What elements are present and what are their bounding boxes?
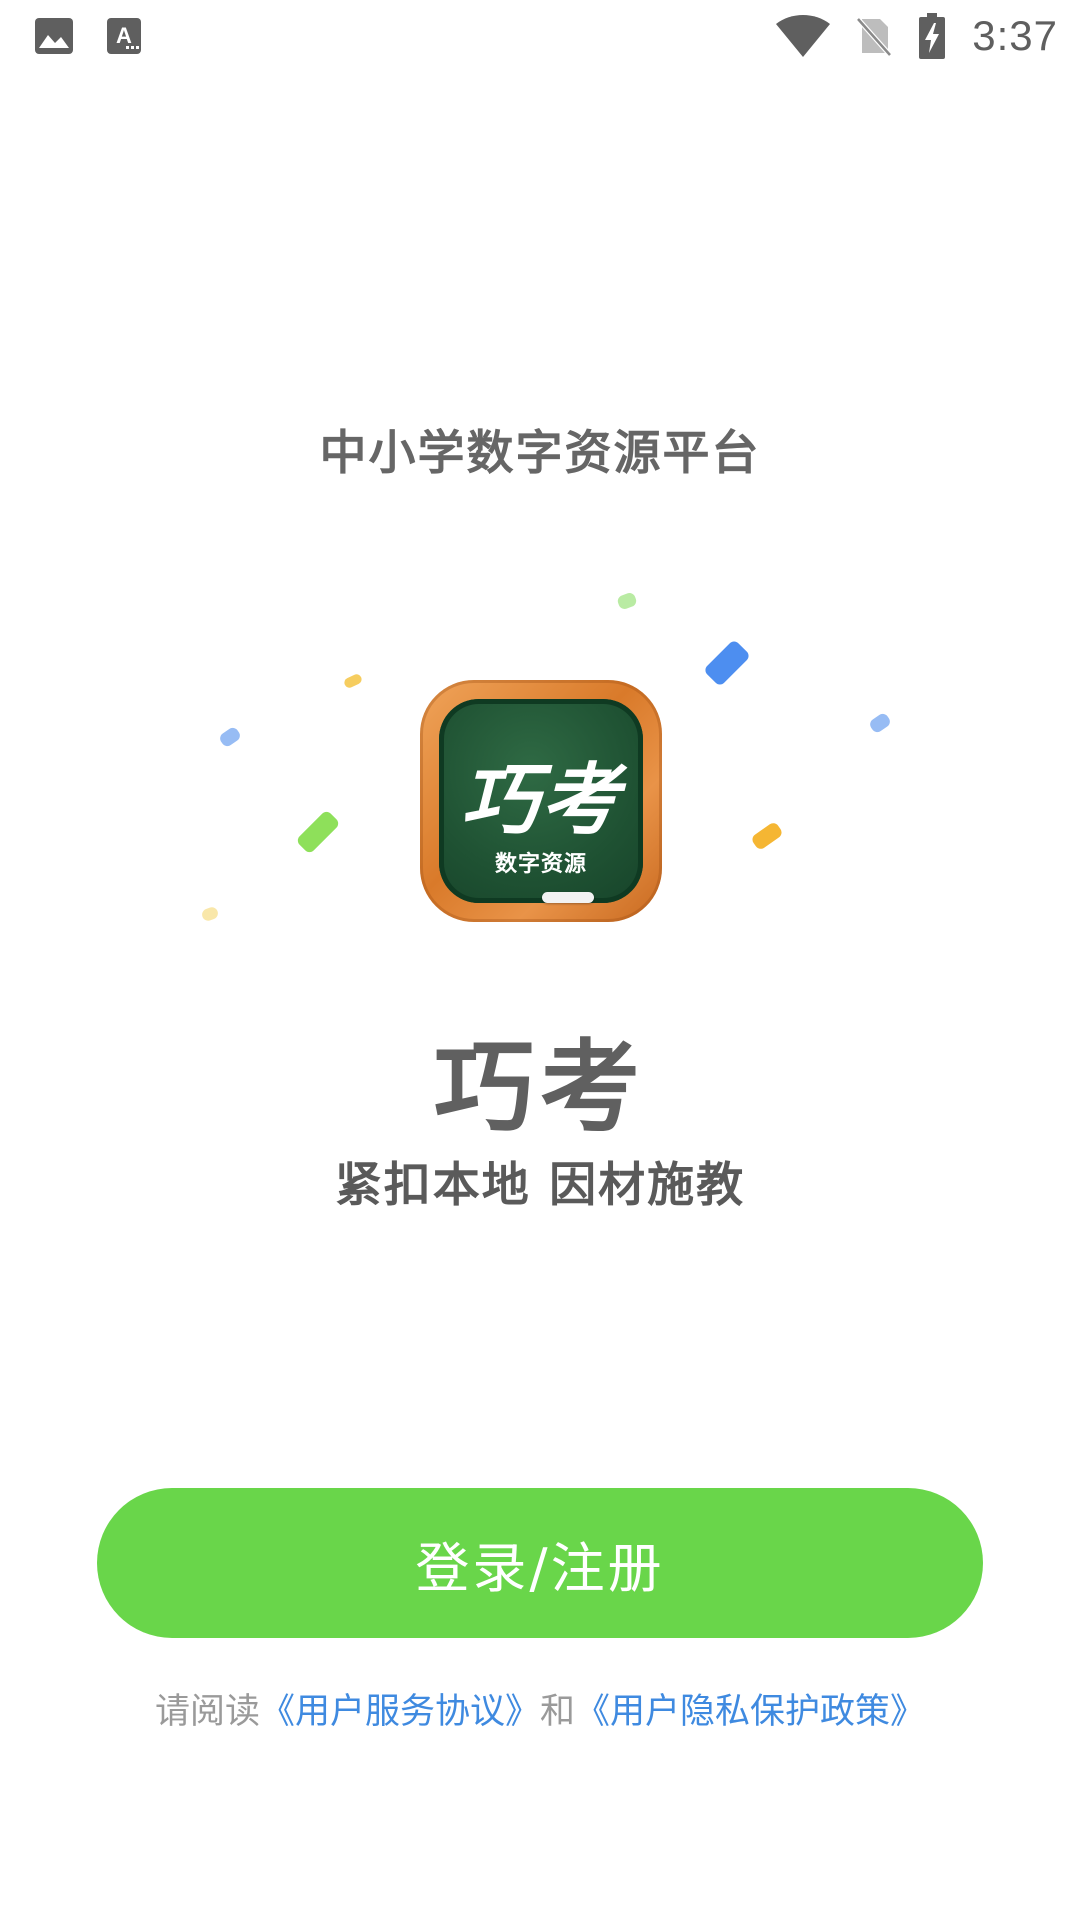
agreement-prefix: 请阅读 <box>154 1692 260 1732</box>
text-a-icon: A <box>106 17 146 55</box>
logo-subtitle: 数字资源 <box>494 852 587 877</box>
logo-title: 巧考 <box>460 756 621 846</box>
agreement-text: 请阅读《用户服务协议》和《用户隐私保护政策》 <box>0 1683 1080 1734</box>
confetti-decoration <box>867 711 893 735</box>
confetti-decoration <box>616 591 638 611</box>
confetti-decoration <box>217 725 243 749</box>
status-right-group: 3:37 <box>776 10 1058 62</box>
app-logo: 巧考 数字资源 <box>420 680 662 922</box>
image-icon <box>34 17 74 55</box>
svg-text:A: A <box>116 23 132 48</box>
user-service-agreement-link[interactable]: 《用户服务协议》 <box>260 1692 540 1732</box>
privacy-policy-link[interactable]: 《用户隐私保护政策》 <box>575 1692 925 1732</box>
confetti-decoration <box>200 905 220 923</box>
chalk-icon <box>542 892 594 903</box>
confetti-decoration <box>750 820 784 852</box>
battery-charging-icon <box>918 13 946 59</box>
wifi-icon <box>776 15 831 57</box>
confetti-decoration <box>295 809 341 855</box>
login-screen: A 3:37 中小学数字资源平台 巧考 数字资源 巧考 紧扣本地 因材施教 登录… <box>0 0 1080 1920</box>
agreement-conjunction: 和 <box>540 1692 576 1732</box>
app-name: 巧考 <box>434 1029 646 1146</box>
platform-title: 中小学数字资源平台 <box>319 426 761 481</box>
app-slogan: 紧扣本地 因材施教 <box>334 1158 746 1213</box>
no-sim-icon <box>856 15 893 57</box>
status-bar: A 3:37 <box>0 0 1080 72</box>
status-time: 3:37 <box>972 12 1058 59</box>
login-register-button[interactable]: 登录/注册 <box>97 1488 983 1638</box>
login-register-label: 登录/注册 <box>415 1536 665 1600</box>
confetti-decoration <box>702 638 752 688</box>
confetti-decoration <box>342 672 364 690</box>
